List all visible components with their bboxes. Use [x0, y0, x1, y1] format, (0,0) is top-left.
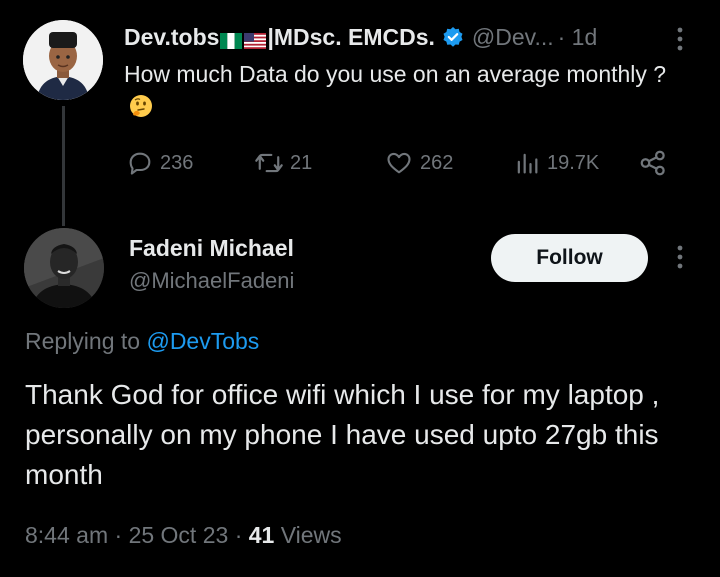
follow-button[interactable]: Follow: [491, 234, 648, 282]
like-count: 262: [420, 151, 454, 174]
retweet-icon: [255, 153, 283, 173]
usa-flag-icon: [244, 28, 267, 49]
reply-handle[interactable]: @MichaelFadeni: [129, 268, 294, 294]
parent-handle[interactable]: @Dev...: [472, 24, 554, 51]
share-action[interactable]: [638, 146, 674, 180]
parent-tweet-header: Dev.tobs |MDsc. EMCDs. @Dev... · 1d: [124, 22, 597, 52]
verified-badge-icon: [442, 26, 464, 48]
reply-views-label: Views: [280, 522, 342, 548]
parent-tweet-text: How much Data do you use on an average m…: [124, 58, 684, 122]
views-count: 19.7K: [547, 151, 600, 174]
retweet-action[interactable]: 21: [254, 146, 312, 180]
heart-icon: [387, 152, 411, 174]
reply-date[interactable]: 25 Oct 23: [129, 522, 229, 548]
parent-display-name[interactable]: Dev.tobs: [124, 24, 219, 51]
replying-to-label: Replying to: [25, 328, 141, 354]
thinking-face-icon: [128, 93, 154, 119]
like-action[interactable]: 262: [384, 146, 453, 180]
replying-to-mention-link[interactable]: @DevTobs: [146, 328, 259, 354]
reply-count: 236: [160, 151, 194, 174]
avatar-fadeni-michael[interactable]: [24, 228, 104, 308]
thread-connector-line: [62, 106, 65, 226]
share-icon: [640, 150, 665, 176]
reply-tweet-text: Thank God for office wifi which I use fo…: [25, 379, 660, 490]
avatar-dev-tobs[interactable]: [23, 20, 103, 100]
replying-to-line: Replying to @DevTobs: [25, 328, 259, 355]
parent-display-name-suffix[interactable]: |MDsc. EMCDs.: [267, 24, 434, 51]
reply-icon: [129, 152, 151, 175]
analytics-icon: [517, 153, 538, 174]
reply-views-count: 41: [248, 522, 275, 548]
reply-display-name[interactable]: Fadeni Michael: [129, 235, 294, 262]
parent-tweet-body: How much Data do you use on an average m…: [124, 61, 667, 87]
views-action[interactable]: 19.7K: [513, 146, 599, 180]
parent-timestamp[interactable]: · 1d: [558, 24, 598, 51]
retweet-count: 21: [290, 151, 313, 174]
reply-more-options-icon[interactable]: [672, 242, 688, 272]
nigeria-flag-icon: [220, 28, 243, 49]
reply-time[interactable]: 8:44 am: [25, 522, 108, 548]
meta-separator: ·: [114, 522, 123, 548]
meta-separator: ·: [234, 522, 243, 548]
reply-action[interactable]: 236: [126, 146, 193, 180]
parent-more-options-icon[interactable]: [672, 24, 688, 54]
reply-tweet-meta: 8:44 am · 25 Oct 23 · 41 Views: [25, 522, 342, 549]
